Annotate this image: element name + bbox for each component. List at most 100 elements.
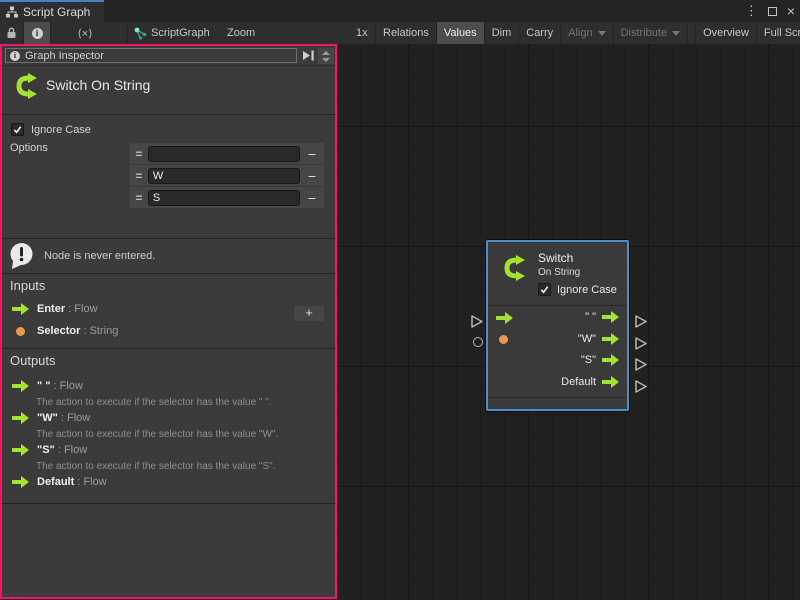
port-name: "W" xyxy=(37,412,58,424)
tab-script-graph[interactable]: Script Graph xyxy=(0,0,104,22)
node-ignore-case-checkbox[interactable] xyxy=(538,283,551,296)
carry-button[interactable]: Carry xyxy=(519,22,561,44)
inspector-header-title: Graph Inspector xyxy=(25,50,104,62)
tab-title: Script Graph xyxy=(23,5,90,19)
code-view-button[interactable]: ⟨×⟩ xyxy=(66,22,104,44)
remove-option-button[interactable]: − xyxy=(300,190,324,206)
port-description: The action to execute if the selector ha… xyxy=(36,429,278,440)
scriptgraph-asset-icon xyxy=(134,27,147,40)
overview-button[interactable]: Overview xyxy=(695,22,757,44)
graph-toolbar: i ⟨×⟩ ScriptGraph Zoom 1x Relations Valu… xyxy=(0,22,800,44)
chevron-down-icon xyxy=(598,31,606,36)
lock-button[interactable] xyxy=(0,22,23,44)
output-row: Default : Flow xyxy=(12,476,107,488)
port-type: : Flow xyxy=(68,303,97,315)
port-type: : Flow xyxy=(54,380,83,392)
flow-arrow-icon xyxy=(12,444,29,456)
port-type: : Flow xyxy=(77,476,106,488)
port-description: The action to execute if the selector ha… xyxy=(36,461,275,472)
close-icon[interactable]: × xyxy=(787,3,795,19)
option-row: = − xyxy=(130,165,324,187)
port-type: : String xyxy=(83,325,118,337)
lock-icon xyxy=(6,27,17,39)
ignore-case-label: Ignore Case xyxy=(31,124,91,136)
option-input-1[interactable] xyxy=(148,168,300,184)
output-row: " " : Flow xyxy=(12,380,83,392)
port-type: : Flow xyxy=(61,412,90,424)
node-title: Switch xyxy=(538,251,573,265)
output-row: "W" : Flow xyxy=(12,412,90,424)
inspector-toggle-button[interactable]: i xyxy=(24,22,50,44)
info-icon: i xyxy=(10,51,20,61)
align-button[interactable]: Align xyxy=(561,22,613,44)
graph-canvas[interactable]: Switch On String Ignore Case " " "W" "S" xyxy=(337,44,800,600)
node-subtitle: On String xyxy=(538,267,580,278)
connection-target-triangle-icon[interactable] xyxy=(634,336,648,351)
scriptgraph-label: ScriptGraph xyxy=(151,22,210,44)
option-input-2[interactable] xyxy=(148,190,300,206)
switch-on-string-node[interactable]: Switch On String Ignore Case " " "W" "S" xyxy=(486,240,629,411)
node-output-port[interactable]: Default xyxy=(561,376,619,388)
panel-spinner[interactable] xyxy=(318,48,334,64)
toolbar-button-group: Relations Values Dim Carry Align Distrib… xyxy=(376,22,800,44)
maximize-icon[interactable] xyxy=(768,7,777,16)
window-menu-icon[interactable]: ⋮ xyxy=(745,3,758,19)
checkmark-icon xyxy=(12,124,23,135)
input-row-enter: Enter : Flow xyxy=(12,303,98,315)
options-list: = − = − = − + xyxy=(130,143,324,209)
connection-source-triangle-icon[interactable] xyxy=(470,314,484,329)
connection-target-triangle-icon[interactable] xyxy=(634,314,648,329)
remove-option-button[interactable]: − xyxy=(300,146,324,162)
ignore-case-checkbox[interactable] xyxy=(11,123,24,136)
node-output-port[interactable]: " " xyxy=(585,311,619,323)
chevron-down-icon xyxy=(672,31,680,36)
dim-button[interactable]: Dim xyxy=(485,22,520,44)
zoom-label: Zoom xyxy=(227,22,255,44)
relations-button[interactable]: Relations xyxy=(376,22,437,44)
flow-arrow-icon xyxy=(12,476,29,488)
flow-output-port-icon xyxy=(602,333,619,345)
options-label: Options xyxy=(10,142,48,154)
flow-arrow-icon xyxy=(12,380,29,392)
values-button[interactable]: Values xyxy=(437,22,485,44)
switch-node-icon xyxy=(497,252,531,284)
switch-node-icon xyxy=(10,70,42,102)
output-row: "S" : Flow xyxy=(12,444,87,456)
connection-source-circle-icon[interactable] xyxy=(473,337,483,347)
inspector-header: i Graph Inspector xyxy=(5,48,297,63)
fullscreen-button[interactable]: Full Screen xyxy=(757,22,800,44)
flow-arrow-icon xyxy=(12,303,29,315)
inputs-section-title: Inputs xyxy=(10,278,45,293)
flow-output-port-icon xyxy=(602,311,619,323)
zoom-value: 1x xyxy=(356,22,368,44)
string-input-port-icon[interactable] xyxy=(499,335,508,344)
graph-inspector-panel: i Graph Inspector Switch On String Ignor… xyxy=(0,44,337,599)
remove-option-button[interactable]: − xyxy=(300,168,324,184)
distribute-button[interactable]: Distribute xyxy=(614,22,688,44)
input-row-selector: Selector : String xyxy=(12,325,118,337)
warning-text: Node is never entered. xyxy=(44,250,155,262)
flow-input-port-icon[interactable] xyxy=(496,312,513,324)
node-ignore-case-label: Ignore Case xyxy=(557,284,617,296)
drag-handle-icon[interactable]: = xyxy=(130,147,148,161)
port-name: Selector xyxy=(37,325,80,337)
spin-down-icon xyxy=(322,58,330,62)
dock-panel-icon[interactable] xyxy=(302,50,315,61)
connection-target-triangle-icon[interactable] xyxy=(634,379,648,394)
port-name: Enter xyxy=(37,303,65,315)
option-input-0[interactable] xyxy=(148,146,300,162)
flow-output-port-icon xyxy=(602,354,619,366)
flow-arrow-icon xyxy=(12,412,29,424)
warning-banner: Node is never entered. xyxy=(2,239,335,273)
inspector-node-title: Switch On String xyxy=(46,77,150,93)
option-row: = − xyxy=(130,187,324,209)
flow-output-port-icon xyxy=(602,376,619,388)
node-output-port[interactable]: "S" xyxy=(581,354,619,366)
connection-target-triangle-icon[interactable] xyxy=(634,357,648,372)
drag-handle-icon[interactable]: = xyxy=(130,169,148,183)
add-option-button[interactable]: + xyxy=(294,306,324,321)
node-output-port[interactable]: "W" xyxy=(578,333,619,345)
port-name: Default xyxy=(37,476,74,488)
drag-handle-icon[interactable]: = xyxy=(130,191,148,205)
code-view-icon: ⟨×⟩ xyxy=(77,27,92,40)
